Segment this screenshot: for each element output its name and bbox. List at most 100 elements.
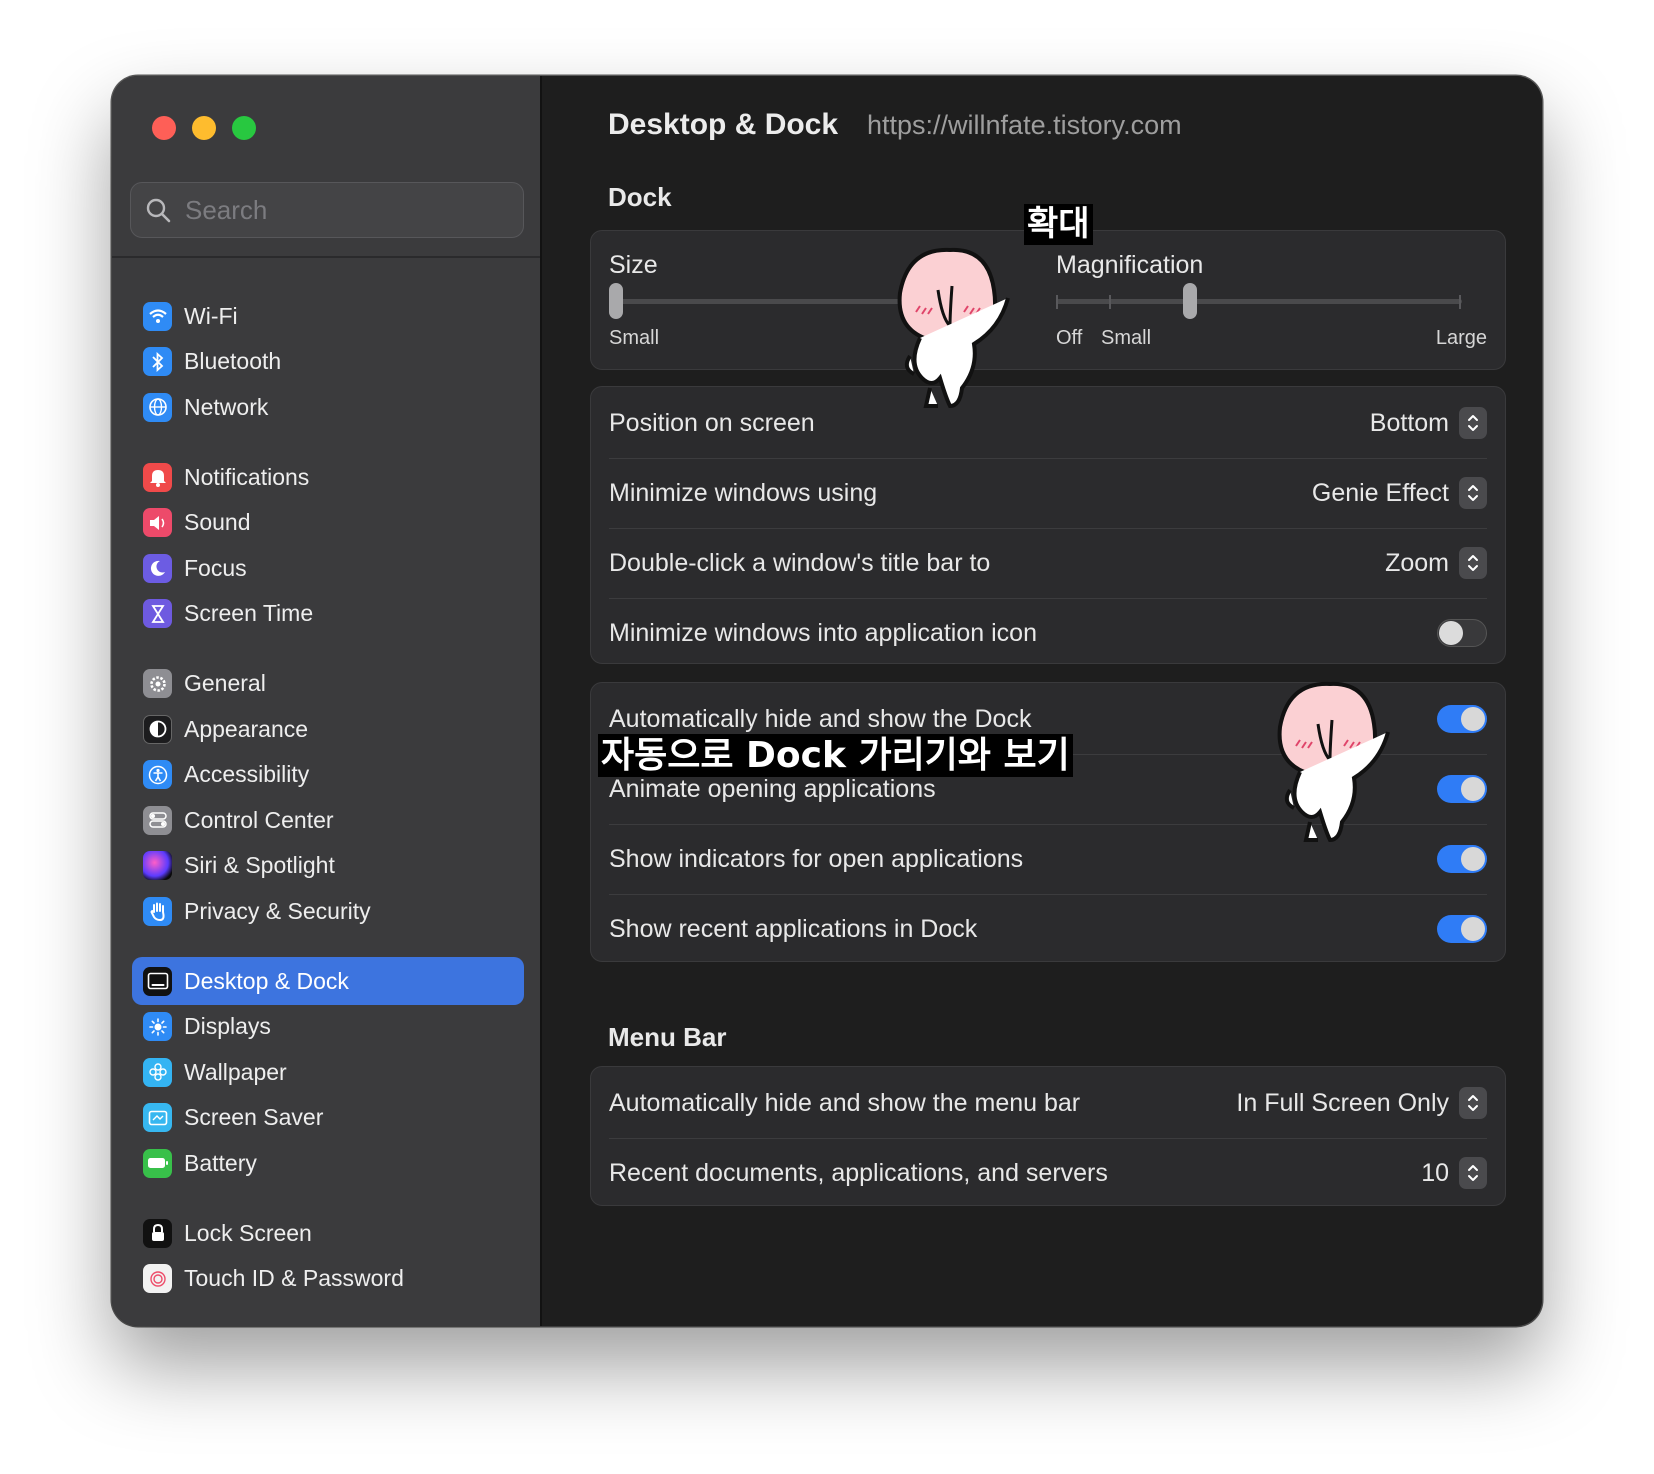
row-label: Minimize windows using	[609, 478, 878, 507]
sidebar-item-screen-saver[interactable]: Screen Saver	[132, 1094, 524, 1142]
sidebar-item-label: Accessibility	[184, 761, 310, 787]
hand-icon	[143, 896, 172, 926]
main-content: Desktop & Dock https://willnfate.tistory…	[542, 76, 1542, 1326]
row-label: Automatically hide and show the menu bar	[609, 1088, 1081, 1117]
popup-value: Genie Effect	[1311, 478, 1449, 507]
toggles-icon	[143, 805, 172, 835]
recent-items-row: Recent documents, applications, and serv…	[609, 1137, 1487, 1209]
sidebar-divider	[112, 256, 540, 258]
show-indicators-toggle[interactable]	[1437, 845, 1487, 873]
row-label: Show indicators for open applications	[609, 844, 1024, 873]
dock-size-card: Size Small Magnification Off Small Large	[590, 230, 1506, 370]
search-field[interactable]	[130, 182, 524, 238]
sidebar-item-accessibility[interactable]: Accessibility	[132, 751, 524, 799]
popup-value: In Full Screen Only	[1236, 1088, 1449, 1117]
sidebar-item-label: Touch ID & Password	[184, 1265, 404, 1291]
bluetooth-icon	[143, 347, 172, 376]
moon-icon	[143, 553, 172, 583]
position-popup[interactable]: Bottom	[1370, 407, 1487, 439]
show-recent-apps-toggle[interactable]	[1437, 915, 1487, 943]
row-label: Animate opening applications	[609, 774, 936, 803]
siri-icon	[143, 851, 172, 880]
sidebar-item-notifications[interactable]: Notifications	[132, 453, 524, 501]
animate-opening-toggle[interactable]	[1437, 775, 1487, 803]
sidebar-item-label: General	[184, 670, 266, 696]
autohide-menu-bar-popup[interactable]: In Full Screen Only	[1236, 1087, 1487, 1119]
sidebar-item-screen-time[interactable]: Screen Time	[132, 590, 524, 638]
battery-icon	[143, 1148, 172, 1178]
show-recent-apps-row: Show recent applications in Dock	[609, 893, 1487, 965]
autohide-dock-toggle[interactable]	[1437, 705, 1487, 733]
sidebar-item-wallpaper[interactable]: Wallpaper	[132, 1048, 524, 1096]
double-click-action-popup[interactable]: Zoom	[1385, 547, 1487, 579]
size-slider-track[interactable]	[615, 299, 915, 304]
peach-sticker-icon	[897, 247, 1010, 409]
magnification-tick	[1459, 295, 1461, 309]
sidebar-item-label: Privacy & Security	[184, 897, 371, 924]
size-slider-label: Size	[609, 251, 658, 279]
recent-items-popup[interactable]: 10	[1421, 1157, 1487, 1189]
accessibility-icon	[143, 760, 172, 789]
sidebar: Wi-Fi Bluetooth Network Notifications	[112, 76, 542, 1326]
magnification-tick	[1056, 295, 1058, 309]
sidebar-item-desktop-dock[interactable]: Desktop & Dock	[132, 957, 524, 1005]
sidebar-item-displays[interactable]: Displays	[132, 1003, 524, 1051]
sidebar-item-label: Battery	[184, 1149, 257, 1176]
row-label: Position on screen	[609, 408, 815, 437]
sidebar-item-network[interactable]: Network	[132, 383, 524, 431]
sidebar-item-focus[interactable]: Focus	[132, 544, 524, 592]
close-window-button[interactable]	[152, 116, 176, 140]
sidebar-item-label: Focus	[184, 554, 247, 581]
row-label: Minimize windows into application icon	[609, 618, 1037, 647]
sidebar-item-label: Wi-Fi	[184, 302, 238, 329]
size-slider-thumb[interactable]	[609, 283, 623, 319]
gear-icon	[143, 669, 172, 698]
double-click-title-bar-row: Double-click a window's title bar to Zoo…	[609, 527, 1487, 599]
magnification-slider-thumb[interactable]	[1183, 283, 1197, 319]
watermark-url: https://willnfate.tistory.com	[867, 110, 1182, 140]
toggle-knob	[1461, 847, 1485, 871]
sidebar-item-label: Appearance	[184, 715, 309, 742]
magnification-slider-track[interactable]	[1056, 299, 1462, 304]
sidebar-item-appearance[interactable]: Appearance	[132, 705, 524, 753]
search-icon	[146, 198, 171, 223]
sidebar-item-battery[interactable]: Battery	[132, 1139, 524, 1187]
size-slider-min-label: Small	[609, 327, 660, 349]
sidebar-item-bluetooth[interactable]: Bluetooth	[132, 338, 524, 386]
sidebar-item-sound[interactable]: Sound	[132, 499, 524, 547]
hourglass-icon	[143, 599, 172, 628]
autohide-annotation: 자동으로 Dock 가리기와 보기	[598, 734, 1073, 778]
globe-icon	[143, 392, 172, 422]
peach-sticker-icon	[1277, 681, 1390, 843]
sidebar-item-privacy-security[interactable]: Privacy & Security	[132, 887, 524, 935]
minimize-into-app-icon-toggle[interactable]	[1437, 619, 1487, 647]
sidebar-item-general[interactable]: General	[132, 660, 524, 708]
sidebar-item-label: Wallpaper	[184, 1058, 287, 1085]
magnification-tick-label-off: Off	[1056, 327, 1083, 349]
sidebar-item-wifi[interactable]: Wi-Fi	[132, 292, 524, 340]
sidebar-item-lock-screen[interactable]: Lock Screen	[132, 1209, 524, 1257]
traffic-lights	[152, 116, 256, 140]
page-title: Desktop & Dock	[608, 108, 839, 141]
magnification-tick	[1109, 295, 1111, 309]
menu-bar-section-title: Menu Bar	[608, 1022, 727, 1052]
row-label: Show recent applications in Dock	[609, 914, 978, 943]
wifi-icon	[143, 301, 172, 331]
up-down-chevron-icon	[1459, 1087, 1487, 1119]
minimize-effect-popup[interactable]: Genie Effect	[1312, 477, 1487, 509]
minimize-window-button[interactable]	[192, 116, 216, 140]
up-down-chevron-icon	[1459, 1157, 1487, 1189]
magnification-tick-label-small: Small	[1101, 327, 1152, 349]
search-input[interactable]	[183, 193, 487, 227]
sidebar-item-control-center[interactable]: Control Center	[132, 796, 524, 844]
screensaver-icon	[143, 1103, 172, 1132]
sidebar-item-siri-spotlight[interactable]: Siri & Spotlight	[132, 842, 524, 890]
dock-icon	[143, 966, 172, 996]
row-label: Automatically hide and show the Dock	[609, 704, 1032, 733]
zoom-window-button[interactable]	[232, 116, 256, 140]
minimize-using-row: Minimize windows using Genie Effect	[609, 457, 1487, 529]
sidebar-item-touch-id[interactable]: Touch ID & Password	[132, 1255, 524, 1303]
sidebar-item-label: Notifications	[184, 463, 310, 490]
flower-icon	[143, 1057, 172, 1087]
sidebar-item-label: Siri & Spotlight	[184, 852, 335, 878]
